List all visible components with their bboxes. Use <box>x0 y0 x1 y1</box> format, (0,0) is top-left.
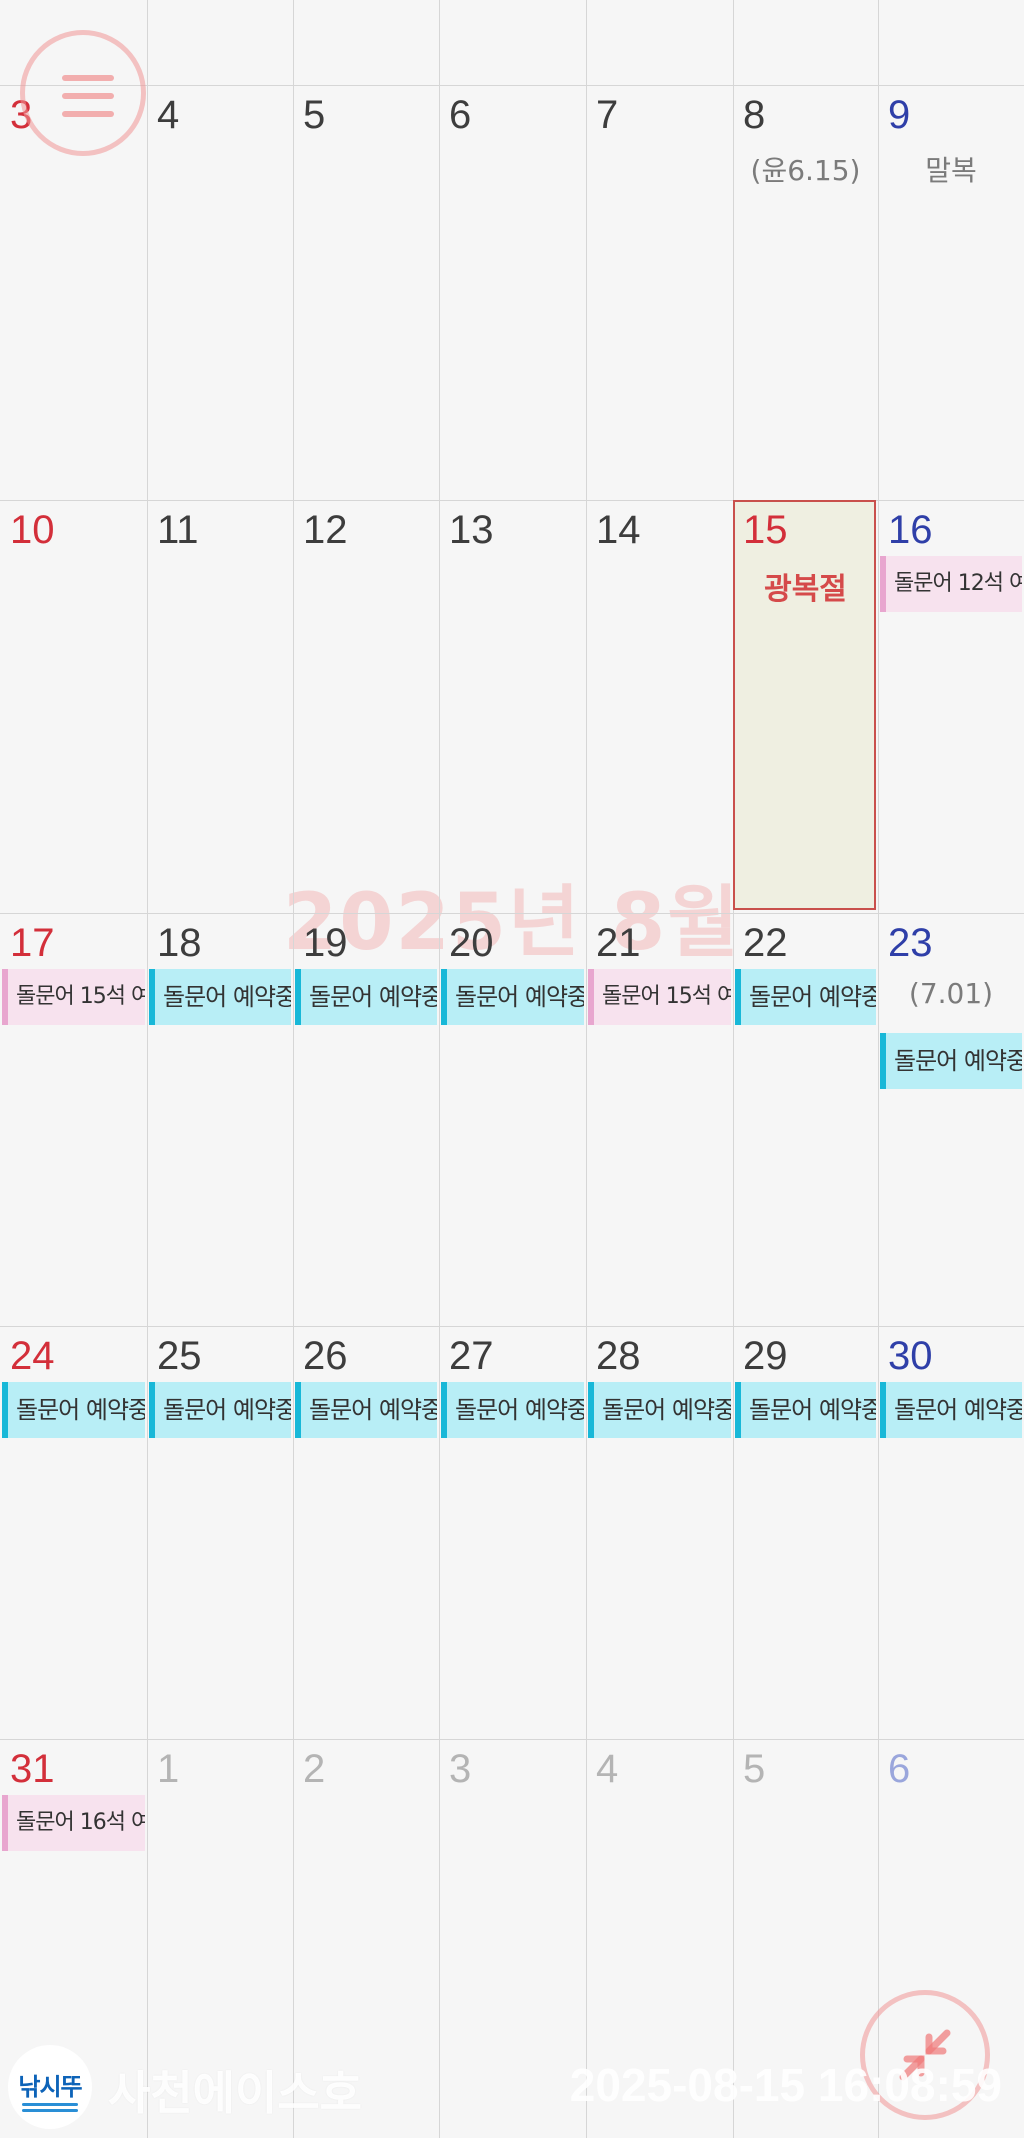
event-booking[interactable]: 돌문어 예약중 <box>295 1382 437 1438</box>
day-number: 6 <box>888 1747 911 1791</box>
day-cell[interactable]: 6 <box>439 85 586 500</box>
day-cell[interactable]: 28 돌문어 예약중 <box>586 1326 733 1739</box>
day-cell[interactable]: 27 돌문어 예약중 <box>439 1326 586 1739</box>
event-seats-available[interactable]: 돌문어 15석 여유 <box>588 969 731 1025</box>
boat-name: 사천에이스호 <box>108 2066 362 2120</box>
logo-wave <box>22 2103 78 2106</box>
day-number: 2 <box>303 1747 326 1791</box>
day-cell[interactable]: 24 돌문어 예약중 <box>0 1326 147 1739</box>
day-number: 20 <box>449 921 494 965</box>
day-number: 17 <box>10 921 55 965</box>
day-number: 22 <box>743 921 788 965</box>
day-cell[interactable]: 16돌문어 12석 여유 <box>878 500 1024 913</box>
day-cell[interactable]: 8 (윤6.15) <box>733 85 878 500</box>
day-number: 27 <box>449 1334 494 1378</box>
day-number: 7 <box>596 93 619 137</box>
day-cell[interactable]: 14 <box>586 500 733 913</box>
day-cell[interactable]: 25 돌문어 예약중 <box>147 1326 293 1739</box>
day-cell[interactable]: 12 <box>293 500 439 913</box>
day-cell[interactable]: 22 돌문어 예약중 <box>733 913 878 1326</box>
day-number: 16 <box>888 508 933 552</box>
day-cell[interactable]: 20 돌문어 예약중 <box>439 913 586 1326</box>
day-number: 5 <box>743 1747 766 1791</box>
day-number: 25 <box>157 1334 202 1378</box>
day-number: 11 <box>157 508 199 552</box>
day-number: 23 <box>888 921 933 965</box>
menu-icon <box>62 75 114 81</box>
day-number: 13 <box>449 508 494 552</box>
day-cell[interactable]: 23 (7.01) 돌문어 예약중 <box>878 913 1024 1326</box>
app-logo: 낚시뚜 <box>8 2045 92 2129</box>
day-cell[interactable]: 9 말복 <box>878 85 1024 500</box>
day-number: 31 <box>10 1747 55 1791</box>
day-cell[interactable]: 26 돌문어 예약중 <box>293 1326 439 1739</box>
event-booking[interactable]: 돌문어 예약중 <box>2 1382 145 1438</box>
day-cell[interactable]: 19 돌문어 예약중 <box>293 913 439 1326</box>
day-cell[interactable]: 18 돌문어 예약중 <box>147 913 293 1326</box>
menu-icon-bar <box>62 93 114 99</box>
day-number: 3 <box>449 1747 472 1791</box>
day-number: 29 <box>743 1334 788 1378</box>
timestamp: 2025-08-15 16:08:59 <box>569 2059 1002 2111</box>
day-number: 1 <box>157 1747 180 1791</box>
menu-icon-bar <box>62 111 114 117</box>
day-cell[interactable]: 10 <box>0 500 147 913</box>
day-number: 9 <box>888 93 911 137</box>
event-booking[interactable]: 돌문어 예약중 <box>441 969 584 1025</box>
event-seats-available[interactable]: 돌문어 12석 여유 <box>880 556 1022 612</box>
day-number: 24 <box>10 1334 55 1378</box>
day-cell[interactable]: 29 돌문어 예약중 <box>733 1326 878 1739</box>
day-cell[interactable]: 7 <box>586 85 733 500</box>
event-booking[interactable]: 돌문어 예약중 <box>149 969 291 1025</box>
day-number: 5 <box>303 93 326 137</box>
day-number: 8 <box>743 93 766 137</box>
day-number: 21 <box>596 921 641 965</box>
day-cell[interactable]: 13 <box>439 500 586 913</box>
event-booking[interactable]: 돌문어 예약중 <box>149 1382 291 1438</box>
event-booking[interactable]: 돌문어 예약중 <box>735 1382 876 1438</box>
day-cell[interactable]: 4 <box>147 85 293 500</box>
day-cell[interactable]: 17돌문어 15석 여유 <box>0 913 147 1326</box>
event-booking[interactable]: 돌문어 예약중 <box>588 1382 731 1438</box>
day-number: 15 <box>743 508 788 552</box>
day-number: 12 <box>303 508 348 552</box>
day-number: 26 <box>303 1334 348 1378</box>
day-cell[interactable]: 3 <box>439 1739 586 2138</box>
day-cell[interactable]: 21돌문어 15석 여유 <box>586 913 733 1326</box>
event-booking[interactable]: 돌문어 예약중 <box>735 969 876 1025</box>
day-cell[interactable]: 11 <box>147 500 293 913</box>
menu-button[interactable] <box>20 30 146 156</box>
day-number: 4 <box>596 1747 619 1791</box>
month-calendar: 2025년 8월 3 4 5 6 7 8 (윤6.15) 9 말복 10 11 12 13 14 15 광복절… <box>0 0 1024 2138</box>
day-cell[interactable]: 15 광복절 <box>733 500 878 913</box>
day-number: 6 <box>449 93 472 137</box>
day-number: 10 <box>10 508 55 552</box>
event-seats-available[interactable]: 돌문어 16석 여유 <box>2 1795 145 1851</box>
lunar-date-label: 말복 <box>925 154 977 187</box>
day-number: 14 <box>596 508 641 552</box>
day-number: 30 <box>888 1334 933 1378</box>
event-booking[interactable]: 돌문어 예약중 <box>295 969 437 1025</box>
logo-wave <box>22 2109 78 2112</box>
lunar-date-label: (7.01) <box>908 977 994 1010</box>
event-booking[interactable]: 돌문어 예약중 <box>441 1382 584 1438</box>
holiday-label: 광복절 <box>764 572 847 607</box>
day-cell[interactable]: 30 돌문어 예약중 <box>878 1326 1024 1739</box>
event-booking[interactable]: 돌문어 예약중 <box>880 1382 1022 1438</box>
day-number: 18 <box>157 921 202 965</box>
app-logo-text: 낚시뚜 <box>18 2073 82 2101</box>
lunar-date-label: (윤6.15) <box>750 154 861 187</box>
day-cell[interactable]: 5 <box>293 85 439 500</box>
day-number: 19 <box>303 921 348 965</box>
event-seats-available[interactable]: 돌문어 15석 여유 <box>2 969 145 1025</box>
event-booking[interactable]: 돌문어 예약중 <box>880 1033 1022 1089</box>
day-number: 4 <box>157 93 180 137</box>
day-number: 28 <box>596 1334 641 1378</box>
